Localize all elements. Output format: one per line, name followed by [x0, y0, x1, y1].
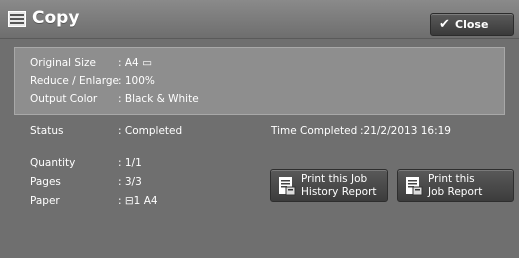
original-size-value: : A4 ▭: [118, 57, 152, 69]
print-job-report-button[interactable]: Print this Job Report: [397, 169, 514, 202]
status-label: Status: [30, 125, 64, 137]
report-print-icon: [406, 177, 423, 196]
original-size-label: Original Size: [30, 57, 96, 69]
time-completed-value: :21/2/2013 16:19: [360, 125, 451, 137]
print-job-report-label: Print this Job Report: [428, 173, 483, 198]
time-completed-label: Time Completed: [271, 125, 358, 137]
paper-value: : ⊟1 A4: [118, 195, 158, 207]
report-print-icon: [279, 177, 296, 196]
checkmark-icon: ✔: [439, 17, 450, 32]
paper-label: Paper: [30, 195, 60, 207]
output-color-value: : Black & White: [118, 93, 199, 105]
quantity-label: Quantity: [30, 157, 76, 169]
close-button[interactable]: ✔ Close: [430, 13, 514, 36]
reduce-enlarge-label: Reduce / Enlarge: [30, 75, 119, 87]
close-button-label: Close: [455, 18, 489, 31]
print-job-history-report-button[interactable]: Print this Job History Report: [270, 169, 388, 202]
print-job-history-report-label: Print this Job History Report: [301, 173, 377, 198]
output-color-label: Output Color: [30, 93, 98, 105]
copy-icon: [8, 11, 26, 27]
quantity-value: : 1/1: [118, 157, 142, 169]
title-bar: Copy ✔ Close: [0, 0, 519, 39]
reduce-enlarge-value: : 100%: [118, 75, 155, 87]
page-title: Copy: [32, 8, 80, 28]
status-value: : Completed: [118, 125, 183, 137]
pages-value: : 3/3: [118, 176, 142, 188]
pages-label: Pages: [30, 176, 61, 188]
